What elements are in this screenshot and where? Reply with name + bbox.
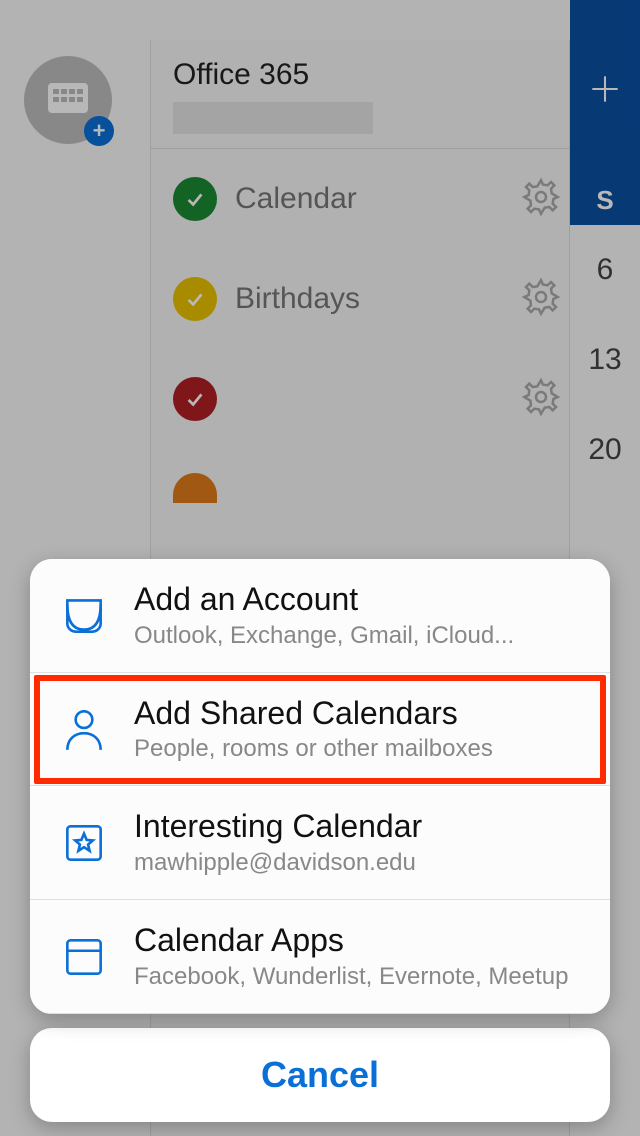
sheet-item-title: Add Shared Calendars — [134, 695, 582, 732]
cancel-button[interactable]: Cancel — [30, 1028, 610, 1122]
sheet-item-title: Interesting Calendar — [134, 808, 582, 845]
sheet-item-subtitle: mawhipple@davidson.edu — [134, 849, 582, 877]
sheet-item-calendar-apps[interactable]: Calendar Apps Facebook, Wunderlist, Ever… — [30, 900, 610, 1014]
sheet-item-subtitle: Outlook, Exchange, Gmail, iCloud... — [134, 622, 582, 650]
action-sheet: Add an Account Outlook, Exchange, Gmail,… — [30, 559, 610, 1122]
action-sheet-list: Add an Account Outlook, Exchange, Gmail,… — [30, 559, 610, 1014]
person-icon — [58, 704, 110, 754]
sheet-item-title: Add an Account — [134, 581, 582, 618]
sheet-item-title: Calendar Apps — [134, 922, 582, 959]
app-box-icon — [58, 932, 110, 982]
sheet-item-subtitle: Facebook, Wunderlist, Evernote, Meetup — [134, 963, 582, 991]
sheet-item-subtitle: People, rooms or other mailboxes — [134, 735, 582, 763]
star-box-icon — [58, 818, 110, 868]
sheet-item-add-shared-calendars[interactable]: Add Shared Calendars People, rooms or ot… — [30, 673, 610, 787]
inbox-icon — [58, 590, 110, 640]
sheet-item-add-account[interactable]: Add an Account Outlook, Exchange, Gmail,… — [30, 559, 610, 673]
sheet-item-interesting-calendar[interactable]: Interesting Calendar mawhipple@davidson.… — [30, 786, 610, 900]
